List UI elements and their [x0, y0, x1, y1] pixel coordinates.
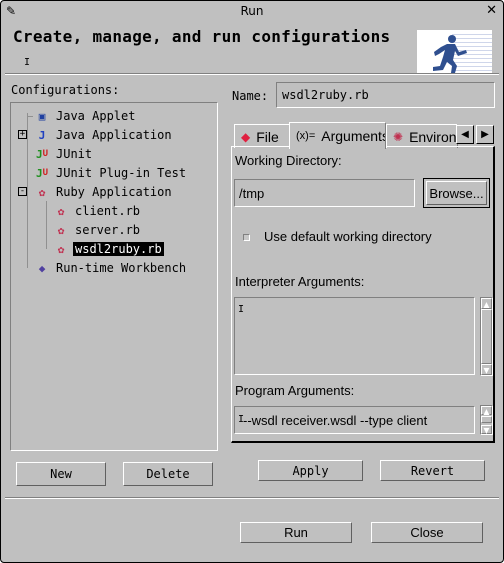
run-dialog: ✎ Run ✕ Create, manage, and run configur… [0, 0, 504, 563]
working-directory-input[interactable]: /tmp [234, 179, 415, 207]
name-input[interactable]: wsdl2ruby.rb [276, 82, 495, 108]
scrollbar-thumb[interactable] [481, 416, 492, 423]
use-default-working-directory-checkbox[interactable] [243, 234, 250, 241]
interpreter-arguments-label: Interpreter Arguments: [235, 274, 365, 289]
tab-file[interactable]: ◆ File [234, 124, 290, 148]
java-applet-icon: ▣ [38, 109, 46, 123]
tab-scroll-left-button[interactable]: ◀ [456, 125, 474, 144]
program-arguments-scrollbar[interactable]: ▲ ▼ [480, 405, 493, 435]
java-application-icon: J [38, 128, 46, 142]
tree-item-java-applet[interactable]: ▣ Java Applet [27, 107, 137, 125]
browse-button[interactable]: Browse... [423, 178, 490, 208]
configurations-label: Configurations: [11, 83, 120, 97]
header-separator [5, 73, 499, 75]
junit-plugin-icon: JU [35, 166, 49, 180]
tab-scroll-right-button[interactable]: ▶ [476, 125, 494, 144]
tree-item-runtime-workbench[interactable]: ◆ Run-time Workbench [33, 259, 188, 277]
text-cursor-icon: I [238, 414, 245, 425]
running-man-icon [417, 30, 492, 73]
program-arguments-input[interactable]: --wsdl receiver.wsdl --type client I [234, 406, 475, 434]
scroll-up-icon[interactable]: ▲ [481, 406, 492, 416]
tree-item-java-application[interactable]: J Java Application [33, 126, 174, 144]
text-cursor-icon: I [238, 304, 245, 315]
tab-environment[interactable]: ✺ Environment [386, 124, 458, 148]
working-directory-label: Working Directory: [235, 153, 342, 168]
window-title: Run [240, 4, 264, 18]
apply-button[interactable]: Apply [258, 460, 363, 481]
interpreter-arguments-input[interactable]: I [234, 297, 475, 375]
title-bar[interactable]: ✎ Run ✕ [1, 1, 503, 23]
scrollbar-thumb[interactable] [481, 309, 492, 364]
scroll-up-icon[interactable]: ▲ [481, 298, 492, 309]
tree-item-junit-plugin-test[interactable]: JU JUnit Plug-in Test [33, 164, 188, 182]
workbench-icon: ◆ [38, 261, 46, 275]
arguments-icon: (x)= [296, 130, 316, 142]
ruby-file-icon: ✿ [57, 204, 65, 218]
ruby-application-icon: ✿ [38, 185, 46, 199]
use-default-working-directory-label[interactable]: Use default working directory [264, 229, 432, 244]
dialog-heading: Create, manage, and run configurations [13, 27, 391, 46]
revert-button[interactable]: Revert [380, 460, 485, 481]
scroll-down-icon[interactable]: ▼ [481, 425, 492, 435]
tab-arguments[interactable]: (x)= Arguments [289, 122, 386, 149]
tree-item-server-rb[interactable]: ✿ server.rb [52, 221, 142, 239]
environment-icon: ✺ [393, 129, 404, 144]
ruby-file-icon: ✿ [57, 223, 65, 237]
new-button[interactable]: New [16, 462, 106, 486]
close-icon[interactable]: ✕ [486, 3, 497, 18]
tree-item-wsdl2ruby-rb[interactable]: ✿ wsdl2ruby.rb [52, 240, 164, 258]
ruby-file-icon: ✿ [57, 242, 65, 256]
close-button[interactable]: Close [371, 522, 483, 543]
scroll-down-icon[interactable]: ▼ [481, 364, 492, 375]
tree-item-client-rb[interactable]: ✿ client.rb [52, 202, 142, 220]
run-button[interactable]: Run [240, 522, 352, 543]
junit-icon: JU [35, 147, 49, 161]
program-arguments-label: Program Arguments: [235, 383, 355, 398]
collapse-ruby-application[interactable]: - [18, 187, 27, 196]
text-cursor-icon: I [24, 57, 31, 68]
tree-item-ruby-application[interactable]: ✿ Ruby Application [33, 183, 174, 201]
configurations-tree[interactable]: ▣ Java Applet + J Java Application JU JU… [10, 102, 218, 451]
expand-java-application[interactable]: + [18, 130, 27, 139]
interpreter-arguments-scrollbar[interactable]: ▲ ▼ [480, 297, 493, 376]
footer-separator [5, 497, 499, 499]
delete-button[interactable]: Delete [123, 462, 213, 486]
name-label: Name: [232, 89, 269, 103]
tree-item-junit[interactable]: JU JUnit [33, 145, 94, 163]
file-icon: ◆ [241, 129, 251, 144]
